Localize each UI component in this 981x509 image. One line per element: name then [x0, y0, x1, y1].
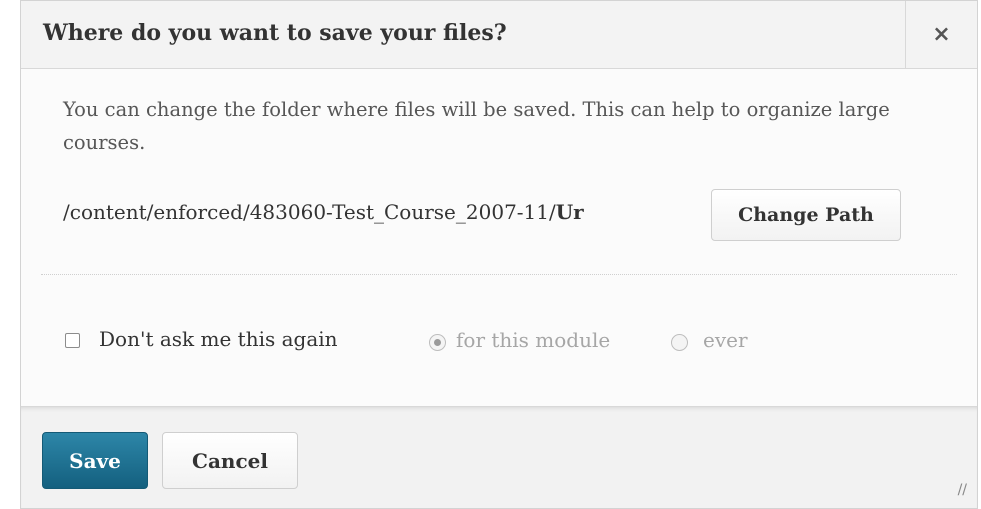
- radio-label-for-this-module[interactable]: for this module: [456, 328, 610, 352]
- options-row: Don't ask me this again for this module …: [63, 327, 943, 357]
- cancel-button[interactable]: Cancel: [162, 432, 298, 489]
- divider: [41, 274, 957, 275]
- dialog-footer: Save Cancel //: [21, 406, 977, 508]
- change-path-button[interactable]: Change Path: [711, 189, 901, 241]
- resize-grip-icon[interactable]: //: [951, 482, 967, 498]
- path-suffix: Ur: [555, 200, 584, 224]
- dialog-titlebar: Where do you want to save your files? ×: [21, 1, 977, 69]
- dont-ask-checkbox[interactable]: [65, 333, 80, 348]
- path-prefix: /content/enforced/483060-Test_Course_200…: [63, 200, 556, 224]
- save-button[interactable]: Save: [42, 432, 148, 489]
- radio-for-this-module[interactable]: [429, 334, 446, 351]
- dialog-title: Where do you want to save your files?: [43, 20, 507, 46]
- dont-ask-label[interactable]: Don't ask me this again: [99, 327, 338, 351]
- dialog-body: You can change the folder where files wi…: [21, 69, 977, 406]
- description-text: You can change the folder where files wi…: [63, 98, 890, 154]
- radio-label-ever[interactable]: ever: [703, 328, 748, 352]
- save-path-text: /content/enforced/483060-Test_Course_200…: [63, 200, 699, 224]
- save-files-dialog: Where do you want to save your files? × …: [20, 0, 978, 509]
- close-icon[interactable]: ×: [905, 1, 977, 68]
- radio-ever[interactable]: [671, 334, 688, 351]
